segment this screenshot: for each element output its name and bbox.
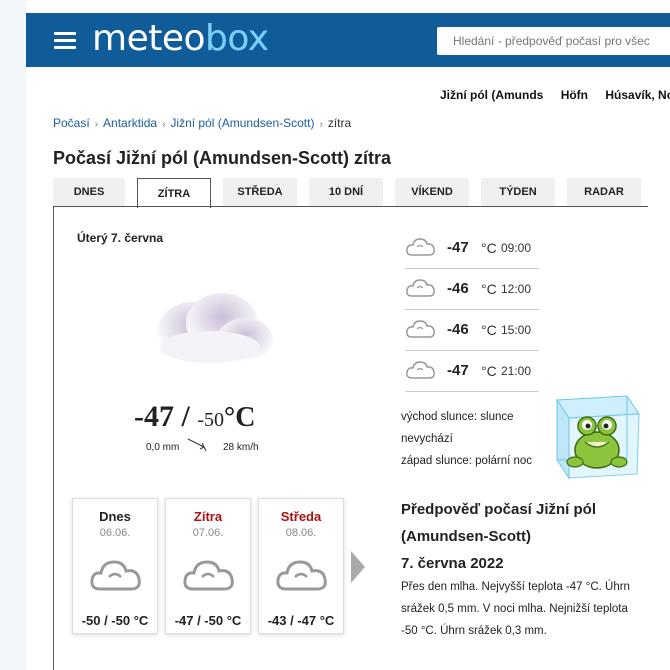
hourly-row: -46 °C 15:00 — [405, 310, 539, 351]
hourly-temp: -46 — [447, 280, 469, 297]
hourly-row: -46 °C 12:00 — [405, 269, 539, 310]
top-bar: meteobox — [26, 13, 670, 67]
hourly-time: 15:00 — [501, 323, 532, 337]
cloud-icon — [406, 320, 435, 338]
breadcrumb-current: zítra — [327, 116, 352, 130]
breadcrumb-south-pole[interactable]: Jižní pól (Amundsen-Scott) — [170, 116, 314, 130]
card-date: 08.06. — [285, 527, 317, 539]
forecast-description: Předpověď počasí Jižní pól (Amundsen-Sco… — [401, 496, 637, 642]
cloud-icon — [406, 238, 435, 256]
left-margin — [0, 0, 26, 670]
next-arrow-icon[interactable] — [350, 550, 366, 584]
content-border — [53, 206, 54, 670]
hourly-temp: -47 — [447, 239, 469, 256]
hourly-row: -47 °C 21:00 — [405, 351, 539, 392]
tab-divider — [53, 206, 648, 207]
temp-unit: °C — [224, 402, 256, 433]
day-tabs: DNES ZÍTRA STŘEDA 10 DNÍ VÍKEND TÝDEN RA… — [53, 178, 653, 208]
forecast-card-today[interactable]: Dnes 06.06. -50 / -50 °C — [72, 498, 158, 634]
hourly-temp: -47 — [447, 362, 469, 379]
cloud-icon — [406, 279, 435, 297]
logo-part2: box — [205, 18, 269, 59]
cloud-icon — [406, 361, 435, 379]
card-temps: -47 / -50 °C — [174, 613, 242, 628]
tab-tomorrow[interactable]: ZÍTRA — [137, 178, 211, 208]
card-date: 06.06. — [99, 527, 131, 539]
breadcrumb-antarctica[interactable]: Antarktida — [103, 116, 157, 130]
tab-weekend[interactable]: VÍKEND — [395, 178, 469, 206]
tab-radar[interactable]: RADAR — [567, 178, 641, 206]
cloud-icon — [276, 560, 327, 591]
card-day: Středa — [280, 509, 322, 524]
hamburger-menu-icon[interactable] — [54, 32, 76, 49]
meteobox-logo[interactable]: meteobox — [92, 18, 269, 59]
tab-week[interactable]: TÝDEN — [481, 178, 555, 206]
breadcrumb-weather[interactable]: Počasí — [53, 116, 90, 130]
frog-mascot-icon[interactable] — [537, 388, 643, 482]
sunrise-text: východ slunce: slunce nevychází — [401, 411, 514, 445]
card-temps: -50 / -50 °C — [81, 613, 149, 628]
search-input[interactable] — [437, 27, 670, 55]
hourly-time: 09:00 — [501, 241, 532, 255]
wind-speed: 28 km/h — [223, 442, 259, 453]
card-day: Dnes — [99, 509, 131, 524]
card-day: Zítra — [193, 509, 223, 524]
hourly-time: 21:00 — [501, 364, 532, 378]
forecast-date: Úterý 7. června — [77, 231, 164, 245]
logo-part1: meteo — [92, 18, 206, 59]
chevron-right-icon: › — [319, 119, 323, 130]
forecast-text: Přes den mlha. Nejvyšší teplota -47 °C. … — [401, 581, 630, 637]
quicklink-south-pole[interactable]: Jižní pól (Amunds — [440, 88, 543, 102]
hourly-unit: °C — [481, 240, 497, 256]
hourly-row: -47 °C 09:00 — [405, 228, 539, 269]
chevron-right-icon: › — [162, 119, 166, 130]
hourly-unit: °C — [481, 363, 497, 379]
tab-wednesday[interactable]: STŘEDA — [223, 178, 297, 206]
temp-min: -50 — [197, 409, 225, 431]
sun-info: východ slunce: slunce nevychází západ sl… — [401, 406, 541, 472]
precipitation: 0,0 mm — [146, 442, 180, 453]
hourly-unit: °C — [481, 281, 497, 297]
card-temps: -43 / -47 °C — [267, 613, 335, 628]
forecast-card-wednesday[interactable]: Středa 08.06. -43 / -47 °C — [258, 498, 344, 634]
tab-10-days[interactable]: 10 DNÍ — [309, 178, 383, 206]
quicklink-husavik[interactable]: Húsavík, Nort — [605, 88, 670, 102]
cloud-icon — [158, 293, 273, 363]
hourly-unit: °C — [481, 322, 497, 338]
cloud-icon — [183, 560, 234, 591]
temp-separator: / — [174, 400, 198, 433]
sunset-text: západ slunce: polární noc — [401, 455, 533, 467]
card-date: 07.06. — [192, 527, 224, 539]
breadcrumb: Počasí › Antarktida › Jižní pól (Amundsen-Sc… — [53, 116, 351, 130]
main-temperature: -47 / -50°C — [134, 400, 255, 434]
forecast-date: 7. června 2022 — [401, 555, 504, 572]
hourly-temp: -46 — [447, 321, 469, 338]
forecast-title: Předpověď počasí Jižní pól (Amundsen-Sco… — [401, 501, 596, 545]
tab-today[interactable]: DNES — [53, 178, 125, 206]
page-title: Počasí Jižní pól (Amundsen-Scott) zítra — [53, 148, 392, 168]
temp-max: -47 — [134, 400, 174, 433]
wind-direction-icon — [187, 438, 207, 452]
hourly-time: 12:00 — [501, 282, 532, 296]
forecast-cards: Dnes 06.06. -50 / -50 °C Zítra 07.06. -4… — [72, 498, 351, 634]
quicklink-hofn[interactable]: Höfn — [561, 88, 588, 102]
forecast-card-tomorrow[interactable]: Zítra 07.06. -47 / -50 °C — [165, 498, 251, 634]
cloud-icon — [90, 560, 141, 591]
chevron-right-icon: › — [94, 119, 99, 130]
favorite-locations: Jižní pól (Amunds Höfn Húsavík, Nort — [440, 88, 670, 102]
